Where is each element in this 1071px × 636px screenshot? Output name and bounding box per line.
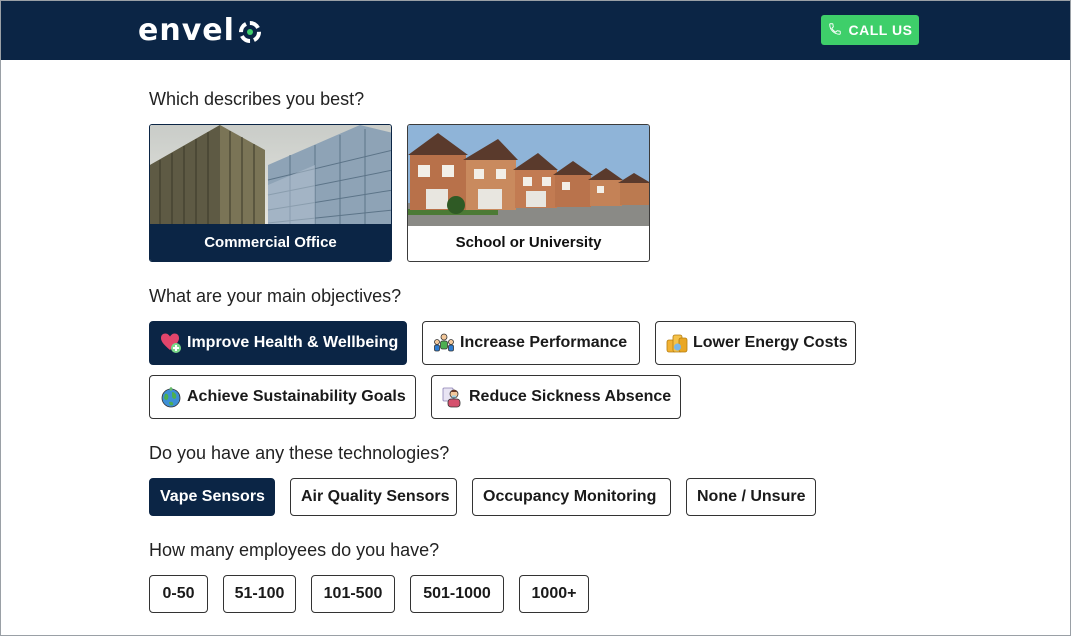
logo-text: envel bbox=[138, 12, 235, 48]
question-employees: How many employees do you have? bbox=[149, 540, 440, 560]
objective-achieve-sustainability[interactable]: Achieve Sustainability Goals bbox=[149, 375, 416, 419]
objective-increase-performance[interactable]: Increase Performance bbox=[422, 321, 640, 365]
employees-label: 51-100 bbox=[234, 585, 285, 602]
site-header: envel CALL US bbox=[0, 0, 1071, 60]
option-label: School or University bbox=[455, 234, 602, 251]
option-commercial-office[interactable]: Commercial Office bbox=[149, 124, 392, 262]
option-school-or-university[interactable]: School or University bbox=[407, 124, 650, 262]
question-technologies: Do you have any these technologies? bbox=[149, 443, 450, 463]
option-label: Commercial Office bbox=[150, 224, 391, 261]
houses-photo bbox=[408, 125, 649, 226]
globe-icon bbox=[160, 386, 182, 408]
employees-label: 1000+ bbox=[531, 585, 577, 602]
technology-vape-sensors[interactable]: Vape Sensors bbox=[149, 478, 275, 516]
objective-label: Improve Health & Wellbeing bbox=[187, 334, 399, 351]
call-us-button[interactable]: CALL US bbox=[821, 15, 919, 45]
objective-label: Reduce Sickness Absence bbox=[469, 388, 672, 405]
technology-label: Air Quality Sensors bbox=[301, 488, 450, 505]
technology-air-quality-sensors[interactable]: Air Quality Sensors bbox=[290, 478, 457, 516]
objective-improve-health[interactable]: Improve Health & Wellbeing bbox=[149, 321, 407, 365]
office-building-photo bbox=[150, 125, 391, 226]
employees-501-1000[interactable]: 501-1000 bbox=[410, 575, 504, 613]
phone-icon bbox=[828, 22, 842, 39]
sick-person-icon bbox=[442, 386, 464, 408]
employees-label: 0-50 bbox=[162, 585, 195, 602]
technology-none-unsure[interactable]: None / Unsure bbox=[686, 478, 816, 516]
question-describes: Which describes you best? bbox=[149, 89, 365, 109]
envelo-logo[interactable]: envel bbox=[138, 12, 263, 48]
objective-reduce-sickness[interactable]: Reduce Sickness Absence bbox=[431, 375, 681, 419]
question-objectives: What are your main objectives? bbox=[149, 286, 402, 306]
objective-label: Lower Energy Costs bbox=[693, 334, 848, 351]
objective-lower-energy-costs[interactable]: Lower Energy Costs bbox=[655, 321, 856, 365]
objective-label: Achieve Sustainability Goals bbox=[187, 388, 406, 405]
technology-label: Occupancy Monitoring bbox=[483, 488, 657, 505]
technology-occupancy-monitoring[interactable]: Occupancy Monitoring bbox=[472, 478, 671, 516]
coins-icon bbox=[666, 332, 688, 354]
employees-label: 101-500 bbox=[323, 585, 383, 602]
team-icon bbox=[433, 332, 455, 354]
heart-plus-icon bbox=[160, 332, 182, 354]
employees-label: 501-1000 bbox=[423, 585, 491, 602]
employees-51-100[interactable]: 51-100 bbox=[223, 575, 296, 613]
employees-101-500[interactable]: 101-500 bbox=[311, 575, 395, 613]
employees-0-50[interactable]: 0-50 bbox=[149, 575, 208, 613]
objective-label: Increase Performance bbox=[460, 334, 628, 351]
technology-label: None / Unsure bbox=[697, 488, 806, 505]
call-us-label: CALL US bbox=[848, 22, 913, 38]
technology-label: Vape Sensors bbox=[160, 488, 265, 505]
employees-1000-plus[interactable]: 1000+ bbox=[519, 575, 589, 613]
logo-o-icon bbox=[237, 17, 263, 43]
